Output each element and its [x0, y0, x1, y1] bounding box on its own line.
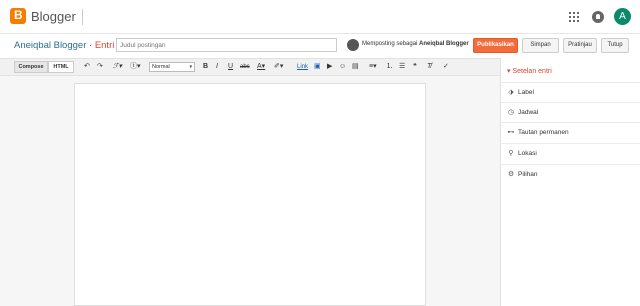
post-title-input[interactable] [116, 38, 337, 52]
clock-icon: ◷ [507, 109, 515, 116]
sidebar-item-label-text: Label [518, 89, 534, 96]
numbered-list-icon[interactable]: ⒈ [386, 62, 393, 72]
compose-mode-button[interactable]: Compose [14, 61, 48, 73]
brand-name[interactable]: Blogger [31, 9, 76, 24]
apps-grid-icon[interactable] [569, 12, 579, 22]
undo-icon[interactable]: ↶ [84, 62, 90, 72]
post-body-editor[interactable] [74, 83, 426, 306]
close-button[interactable]: Tutup [601, 38, 629, 53]
top-bar: B Blogger A [0, 0, 640, 34]
html-mode-button[interactable]: HTML [48, 61, 74, 73]
post-header: Aneiqbal Blogger · Entri Memposting seba… [0, 34, 640, 56]
align-icon[interactable]: ≡▾ [369, 62, 377, 72]
page-break-icon[interactable]: ▤ [352, 62, 359, 72]
posting-as-text: Memposting sebagai Aneiqbal Blogger [362, 41, 469, 47]
preview-button[interactable]: Pratinjau [563, 38, 597, 53]
font-size-icon[interactable]: ⓣ▾ [130, 62, 141, 72]
text-color-icon[interactable]: A▾ [257, 62, 265, 72]
sidebar-item-schedule-text: Jadwal [518, 109, 539, 116]
font-family-icon[interactable]: ℱ▾ [113, 62, 122, 72]
post-settings-sidebar: ▾ Setelan entri ⬗ Label ◷ Jadwal ⊷ Tauta… [500, 58, 640, 306]
editor-toolbar: Compose HTML ↶ ↷ ℱ▾ ⓣ▾ Normal B I U abc … [0, 58, 500, 76]
link-button[interactable]: Link [297, 62, 308, 72]
bold-icon[interactable]: B [203, 62, 208, 72]
entry-label: Entri [94, 40, 115, 51]
divider [82, 9, 83, 25]
posting-as-prefix: Memposting sebagai [362, 41, 418, 47]
title-separator: · [89, 40, 93, 51]
sidebar-item-schedule[interactable]: ◷ Jadwal [501, 102, 640, 122]
sidebar-item-label[interactable]: ⬗ Label [501, 82, 640, 102]
sidebar-item-permalink[interactable]: ⊷ Tautan permanen [501, 122, 640, 142]
emoji-icon[interactable]: ☺ [339, 62, 346, 72]
location-pin-icon: ⚲ [508, 150, 514, 157]
user-avatar [347, 39, 359, 51]
highlight-icon[interactable]: ✐▾ [274, 62, 283, 72]
bullet-list-icon[interactable]: ☰ [399, 62, 405, 72]
save-button[interactable]: Simpan [522, 38, 559, 53]
clear-format-icon[interactable]: T̸ [427, 62, 431, 72]
post-settings-header[interactable]: ▾ Setelan entri [507, 67, 552, 75]
blogger-logo-icon[interactable]: B [10, 8, 26, 24]
notifications-icon[interactable] [592, 11, 604, 23]
tag-icon: ⬗ [508, 89, 514, 96]
blog-title[interactable]: Aneiqbal Blogger · Entri [14, 40, 114, 51]
redo-icon[interactable]: ↷ [97, 62, 103, 72]
gear-icon: ⚙ [507, 171, 515, 178]
video-icon[interactable]: ▶ [327, 62, 332, 72]
sidebar-item-options[interactable]: ⚙ Pilihan [501, 164, 640, 184]
spellcheck-icon[interactable]: ✓ [443, 62, 449, 72]
account-avatar[interactable]: A [614, 8, 631, 25]
sidebar-item-options-text: Pilihan [518, 171, 538, 178]
blog-name: Aneiqbal Blogger [14, 40, 87, 51]
strikethrough-icon[interactable]: abc [240, 62, 250, 72]
sidebar-item-location[interactable]: ⚲ Lokasi [501, 143, 640, 163]
link-icon: ⊷ [507, 129, 515, 136]
publish-button[interactable]: Publikasikan [473, 38, 518, 53]
sidebar-item-location-text: Lokasi [518, 150, 537, 157]
quote-icon[interactable]: ❝ [413, 62, 417, 72]
sidebar-item-permalink-text: Tautan permanen [518, 129, 569, 136]
posting-as-user: Aneiqbal Blogger [419, 41, 469, 47]
format-select[interactable]: Normal [149, 62, 195, 72]
post-settings-title: Setelan entri [512, 68, 552, 75]
underline-icon[interactable]: U [228, 62, 233, 72]
italic-icon[interactable]: I [216, 62, 218, 72]
image-icon[interactable]: ▣ [314, 62, 321, 72]
